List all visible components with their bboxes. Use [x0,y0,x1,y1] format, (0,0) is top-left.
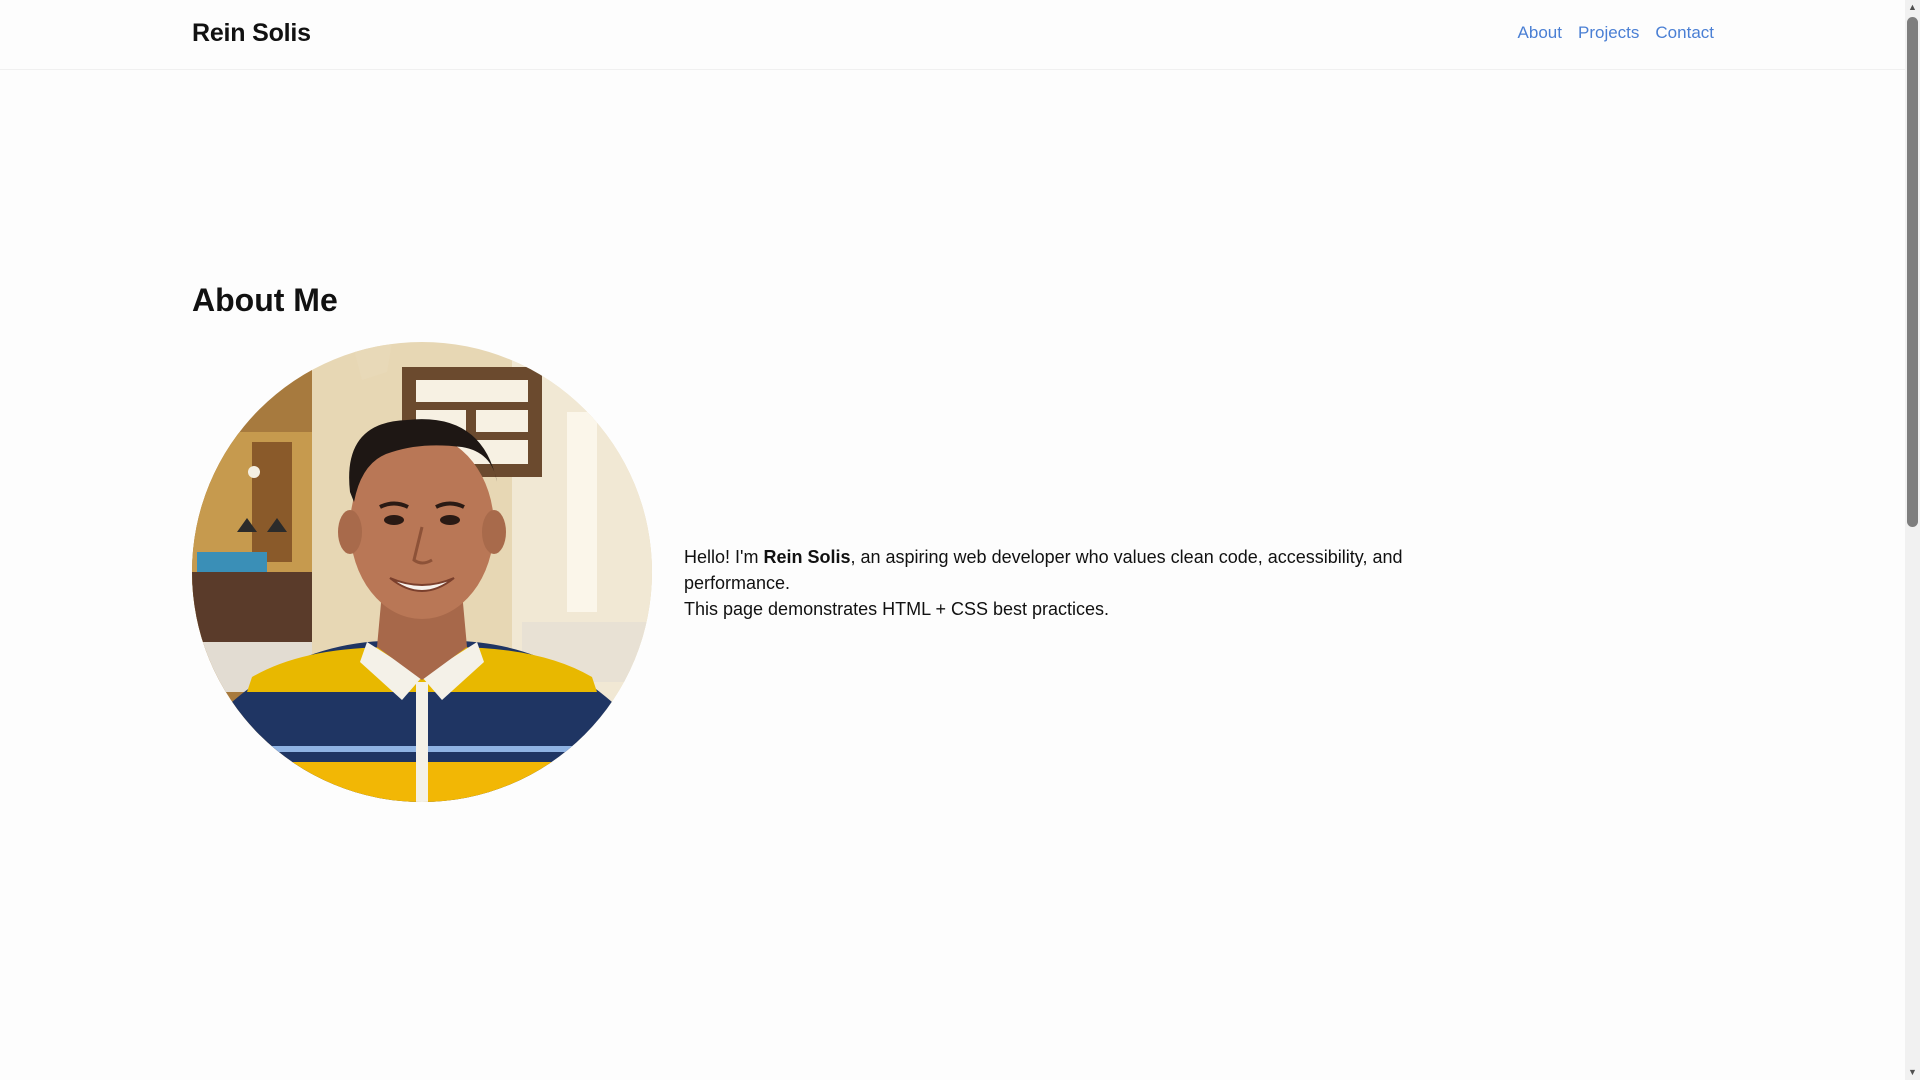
site-header: Rein Solis About Projects Contact [0,0,1905,70]
triangle-up-icon[interactable]: ▲ [1905,0,1920,15]
triangle-down-icon[interactable]: ▼ [1905,1065,1920,1080]
nav-link-about[interactable]: About [1518,23,1562,43]
page: Rein Solis About Projects Contact About … [0,0,1920,1080]
site-brand[interactable]: Rein Solis [192,19,311,48]
intro-prefix: Hello! I'm [684,547,764,567]
intro-name: Rein Solis [763,547,851,567]
page-title: About Me [192,282,338,318]
main-nav: About Projects Contact [1518,23,1714,43]
nav-link-projects[interactable]: Projects [1578,23,1639,43]
nav-link-contact[interactable]: Contact [1655,23,1714,43]
vertical-scrollbar[interactable]: ▲ ▼ [1905,0,1920,1080]
profile-photo-illustration [192,342,652,802]
intro-text: Hello! I'm Rein Solis, an aspiring web d… [684,544,1504,622]
scrollbar-thumb[interactable] [1907,17,1918,527]
profile-photo [192,342,652,802]
intro-line-2: This page demonstrates HTML + CSS best p… [684,599,1110,619]
